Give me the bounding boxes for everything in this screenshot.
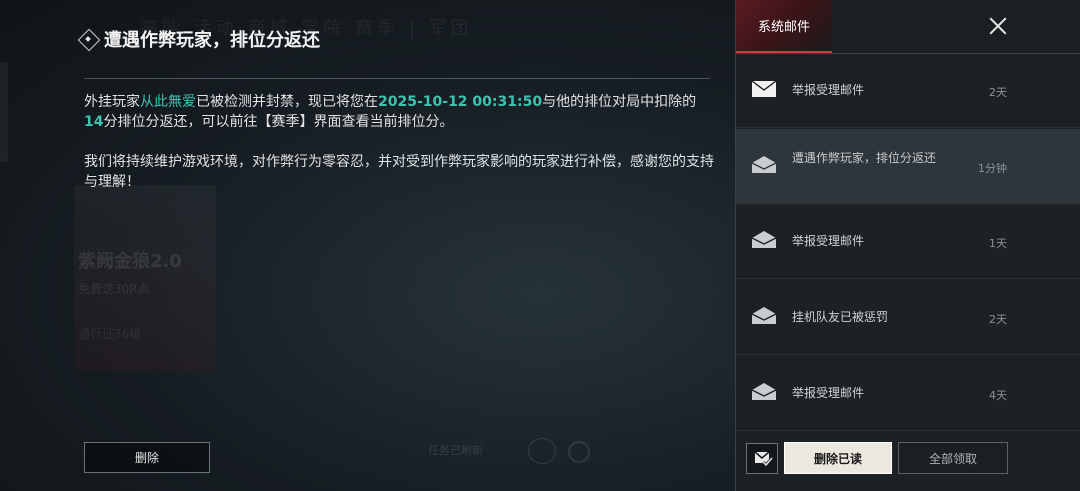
mail-time: 2天 [989,86,1007,99]
mail-body-paragraph-1: 外挂玩家从此無爱已被检测并封禁，现已将您在2025-10-12 00:31:50… [84,92,714,132]
open-envelope-icon [751,231,777,248]
delete-mail-button[interactable]: 删除 [84,442,210,473]
home-icon [528,438,556,464]
mail-detail-header: 遭遇作弊玩家，排位分返还 [78,26,320,52]
points-value: 14 [84,114,104,130]
mail-item[interactable]: 举报受理邮件 2天 [736,53,1080,128]
body-text: 外挂玩家 [84,94,140,110]
tab-system-mail[interactable]: 系统邮件 [736,0,832,53]
divider [84,78,710,79]
body-text: 分排位分返还，可以前往【赛季】界面查看当前排位分。 [103,114,454,130]
left-edge-handle [0,62,8,162]
mail-subject: 挂机队友已被惩罚 [792,310,889,324]
mail-item[interactable]: 举报受理邮件 4天 [736,356,1080,431]
mail-item[interactable]: 遭遇作弊玩家，排位分返还 1分钟 [736,129,1080,204]
mark-all-read-button[interactable] [746,443,778,474]
mail-body-paragraph-2: 我们将持续维护游戏环境，对作弊行为零容忍，并对受到作弊玩家影响的玩家进行补偿，感… [84,154,714,190]
promo-pass: 通行证36级 [78,327,142,341]
mail-sidebar: 系统邮件 举报受理邮件 2天 遭遇作弊玩家，排位分返还 1分钟 举报受理邮件 1天 挂机队友… [735,0,1080,491]
mail-subject: 遭遇作弊玩家，排位分返还 [792,151,937,165]
envelope-icon [751,80,777,97]
promo-title: 紫阙金狼2.0 [78,251,182,272]
target-icon [568,441,590,463]
sidebar-header: 系统邮件 [736,0,1080,54]
body-text: 与他的排位对局中扣除的 [542,94,697,110]
background-status-text: 任务已刷新 [428,444,483,457]
open-envelope-icon [751,307,777,324]
open-envelope-icon [751,383,777,400]
mail-time: 2天 [989,313,1007,326]
sidebar-footer: 删除已读 全部领取 [736,433,1080,491]
claim-all-button[interactable]: 全部领取 [898,442,1008,474]
mail-time: 4天 [989,389,1007,402]
mail-time: 1分钟 [978,162,1007,175]
mail-detail-body: 外挂玩家从此無爱已被检测并封禁，现已将您在2025-10-12 00:31:50… [84,92,714,212]
promo-subtitle: 免费送30R点 [78,282,150,296]
mail-time: 1天 [989,237,1007,250]
mail-check-icon [754,451,774,468]
body-text: 已被检测并封禁，现已将您在 [196,94,378,110]
match-time: 2025-10-12 00:31:50 [378,94,543,110]
mail-item[interactable]: 举报受理邮件 1天 [736,204,1080,279]
mail-item[interactable]: 挂机队友已被惩罚 2天 [736,280,1080,355]
mail-subject: 举报受理邮件 [792,386,865,400]
mail-detail-title: 遭遇作弊玩家，排位分返还 [104,30,320,51]
mail-subject: 举报受理邮件 [792,83,865,97]
background-promo-card: 紫阙金狼2.0 免费送30R点 通行证36级 [74,185,216,370]
close-icon[interactable] [982,10,1014,42]
diamond-icon [78,29,98,49]
mail-subject: 举报受理邮件 [792,234,865,248]
delete-read-button[interactable]: 删除已读 [784,442,892,474]
open-envelope-icon [751,156,777,173]
cheater-name: 从此無爱 [140,94,196,110]
